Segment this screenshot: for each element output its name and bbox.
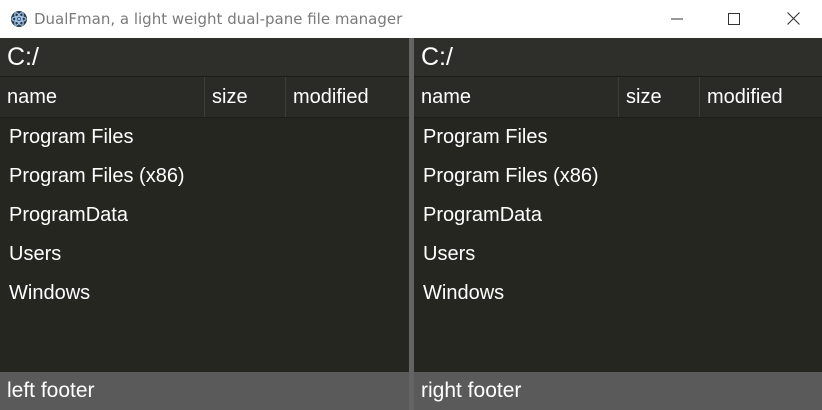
list-item[interactable]: Users <box>0 235 409 274</box>
minimize-icon <box>671 10 683 29</box>
maximize-button[interactable] <box>711 0 757 38</box>
left-header-row: name size modified <box>0 77 409 118</box>
right-column-name[interactable]: name <box>414 77 619 117</box>
list-item[interactable]: Program Files <box>0 118 409 157</box>
window-title: DualFman, a light weight dual-pane file … <box>34 10 403 28</box>
right-footer: right footer <box>414 372 822 410</box>
right-header-row: name size modified <box>414 77 822 118</box>
dual-pane-area: C:/ name size modified Program Files Pro… <box>0 38 822 410</box>
left-column-size[interactable]: size <box>205 77 286 117</box>
left-column-modified[interactable]: modified <box>286 77 409 117</box>
list-item[interactable]: ProgramData <box>414 196 822 235</box>
title-bar: DualFman, a light weight dual-pane file … <box>0 0 822 38</box>
list-item[interactable]: ProgramData <box>0 196 409 235</box>
app-icon <box>10 10 28 28</box>
left-column-name[interactable]: name <box>0 77 205 117</box>
list-item[interactable]: Windows <box>414 274 822 313</box>
right-file-list: Program Files Program Files (x86) Progra… <box>414 118 822 313</box>
list-item[interactable]: Program Files (x86) <box>0 157 409 196</box>
close-button[interactable] <box>770 0 816 38</box>
maximize-icon <box>728 10 740 29</box>
right-column-size[interactable]: size <box>619 77 700 117</box>
right-column-modified[interactable]: modified <box>700 77 822 117</box>
left-footer: left footer <box>0 372 409 410</box>
left-pane: C:/ name size modified Program Files Pro… <box>0 38 409 410</box>
list-item[interactable]: Program Files (x86) <box>414 157 822 196</box>
list-item[interactable]: Program Files <box>414 118 822 157</box>
minimize-button[interactable] <box>654 0 700 38</box>
list-item[interactable]: Users <box>414 235 822 274</box>
right-path-bar[interactable]: C:/ <box>414 38 822 77</box>
close-icon <box>786 10 800 29</box>
right-pane: C:/ name size modified Program Files Pro… <box>414 38 822 410</box>
left-path-bar[interactable]: C:/ <box>0 38 409 77</box>
list-item[interactable]: Windows <box>0 274 409 313</box>
left-file-list: Program Files Program Files (x86) Progra… <box>0 118 409 313</box>
